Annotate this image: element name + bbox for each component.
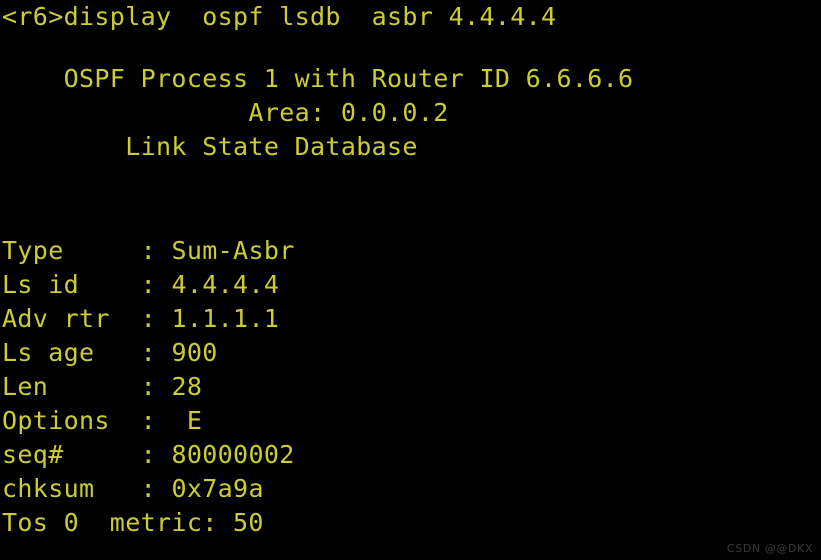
lsa-row-chksum: chksum : 0x7a9a	[2, 472, 295, 506]
lsa-row-options: Options : E	[2, 404, 295, 438]
lsa-key-adv-rtr: Adv rtr	[2, 304, 141, 333]
lsa-separator: :	[202, 508, 234, 537]
lsa-key-ls-id: Ls id	[2, 270, 141, 299]
lsa-separator: :	[140, 270, 172, 299]
lsa-row-ls-id: Ls id : 4.4.4.4	[2, 268, 295, 302]
lsa-row-seq: seq# : 80000002	[2, 438, 295, 472]
lsa-value-chksum: 0x7a9a	[171, 474, 264, 503]
link-state-database-title: Link State Database	[2, 132, 418, 161]
lsa-key-chksum: chksum	[2, 474, 141, 503]
lsa-separator: :	[140, 406, 172, 435]
lsa-row-type: Type : Sum-Asbr	[2, 234, 295, 268]
lsa-detail-block: Type : Sum-Asbr Ls id : 4.4.4.4 Adv rtr …	[2, 234, 295, 540]
lsa-key-options: Options	[2, 406, 141, 435]
lsa-key-type: Type	[2, 236, 141, 265]
lsa-value-len: 28	[171, 372, 203, 401]
lsa-row-adv-rtr: Adv rtr : 1.1.1.1	[2, 302, 295, 336]
lsa-row-len: Len : 28	[2, 370, 295, 404]
lsa-value-seq: 80000002	[171, 440, 295, 469]
lsa-value-type: Sum-Asbr	[171, 236, 295, 265]
lsa-separator: :	[140, 372, 172, 401]
lsa-separator: :	[140, 338, 172, 367]
lsdb-header-block: OSPF Process 1 with Router ID 6.6.6.6 Ar…	[2, 62, 634, 164]
lsa-value-ls-age: 900	[171, 338, 218, 367]
lsa-value-ls-id: 4.4.4.4	[171, 270, 280, 299]
lsa-separator: :	[140, 236, 172, 265]
lsa-row-ls-age: Ls age : 900	[2, 336, 295, 370]
command-line-text: <r6>display ospf lsdb asbr 4.4.4.4	[2, 2, 557, 31]
lsa-key-ls-age: Ls age	[2, 338, 141, 367]
ospf-process-line: OSPF Process 1 with Router ID 6.6.6.6	[2, 64, 634, 93]
lsa-row-tos-metric: Tos 0 metric: 50	[2, 506, 295, 540]
lsa-separator: :	[140, 440, 172, 469]
lsa-key-len: Len	[2, 372, 141, 401]
lsa-key-seq: seq#	[2, 440, 141, 469]
lsa-separator: :	[140, 304, 172, 333]
terminal-window[interactable]: <r6>display ospf lsdb asbr 4.4.4.4 OSPF …	[0, 0, 821, 560]
lsa-value-options: E	[171, 406, 203, 435]
csdn-watermark: CSDN @@DKX	[726, 542, 813, 555]
command-prompt-line: <r6>display ospf lsdb asbr 4.4.4.4	[2, 0, 556, 34]
lsa-value-tos-metric: 50	[233, 508, 264, 537]
lsa-separator: :	[140, 474, 172, 503]
lsa-value-adv-rtr: 1.1.1.1	[171, 304, 280, 333]
ospf-area-line: Area: 0.0.0.2	[2, 98, 449, 127]
lsa-key-tos-metric: Tos 0 metric	[2, 508, 203, 537]
